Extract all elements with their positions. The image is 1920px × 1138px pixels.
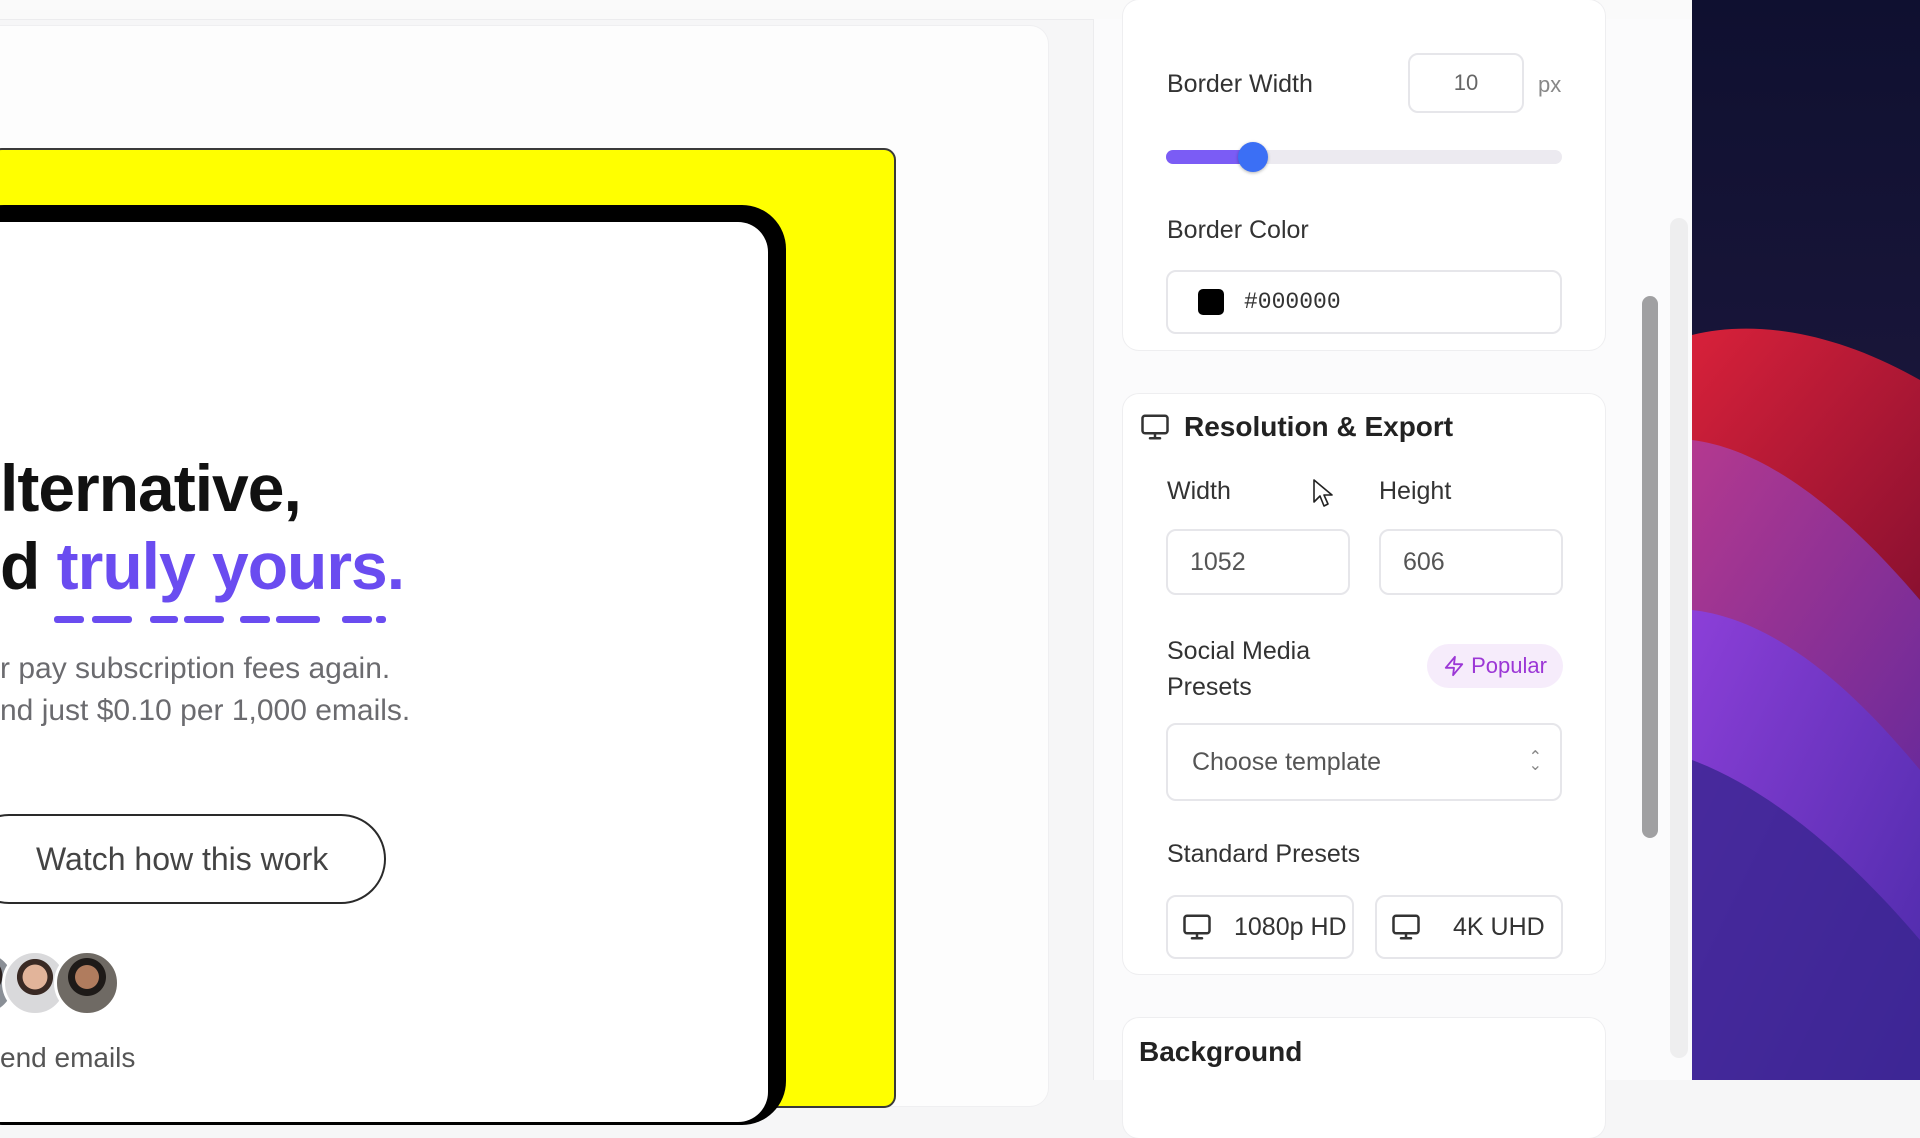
hero-subtext-line1: r pay subscription fees again.	[0, 652, 391, 685]
hero-subtext-line2: nd just $0.10 per 1,000 emails.	[0, 694, 411, 727]
monitor-icon	[1183, 914, 1211, 940]
width-label: Width	[1167, 477, 1231, 505]
slider-thumb[interactable]	[1238, 142, 1269, 172]
dashed-underline	[54, 616, 386, 623]
template-select-value: Choose template	[1192, 747, 1382, 776]
chevron-updown-icon: ⌃ ⌄	[1528, 749, 1542, 774]
monitor-icon	[1141, 414, 1169, 440]
panel-scrollbar[interactable]	[1670, 218, 1688, 1058]
desktop-wallpaper	[1692, 0, 1920, 1080]
border-width-slider[interactable]	[1166, 142, 1562, 172]
hero-headline-line2: d truly yours.	[0, 529, 405, 603]
resolution-export-title: Resolution & Export	[1140, 411, 1453, 443]
send-emails-text: end emails	[0, 1042, 136, 1073]
border-color-field[interactable]: #000000	[1166, 270, 1562, 334]
border-color-label: Border Color	[1167, 216, 1309, 244]
border-width-unit: px	[1538, 72, 1562, 97]
standard-presets-label: Standard Presets	[1167, 840, 1361, 868]
preset-4k-button[interactable]: 4K UHD	[1375, 895, 1563, 959]
avatar-group	[0, 950, 120, 1020]
color-swatch[interactable]	[1198, 289, 1224, 315]
border-width-input[interactable]: 10	[1408, 53, 1524, 113]
avatar	[54, 950, 120, 1016]
preset-1080p-button[interactable]: 1080p HD	[1166, 895, 1354, 959]
template-select[interactable]: Choose template ⌃ ⌄	[1166, 723, 1562, 801]
width-input[interactable]: 1052	[1166, 529, 1350, 595]
lightning-icon	[1444, 655, 1464, 677]
hero-subtext: r pay subscription fees again. nd just $…	[0, 648, 410, 732]
preview-page: lternative, d truly yours. r pay subscri…	[0, 222, 768, 1122]
hero-accent-text: truly yours.	[56, 529, 405, 603]
hero-headline-line1: lternative,	[0, 451, 302, 525]
panel-scroll-thumb[interactable]	[1642, 296, 1658, 838]
border-width-label: Border Width	[1167, 70, 1313, 98]
popular-badge: Popular	[1427, 644, 1563, 688]
social-media-presets-label: Social Media Presets	[1167, 637, 1311, 701]
border-color-value: #000000	[1244, 289, 1341, 315]
monitor-icon	[1392, 914, 1420, 940]
height-input[interactable]: 606	[1379, 529, 1563, 595]
background-section-title: Background	[1139, 1036, 1303, 1067]
watch-demo-button[interactable]: Watch how this work	[0, 814, 386, 904]
wallpaper-art	[1692, 0, 1920, 1080]
height-label: Height	[1379, 477, 1452, 505]
mouse-cursor-icon	[1313, 479, 1333, 507]
